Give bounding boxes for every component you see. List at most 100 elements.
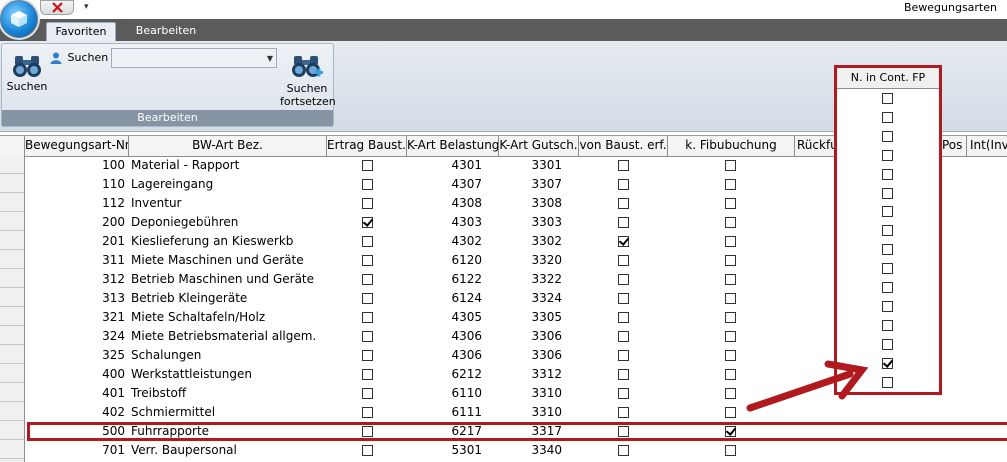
row-selector[interactable] [0, 308, 24, 326]
checkbox-ertrag-baust[interactable] [362, 160, 373, 171]
column-header-pos[interactable]: Pos [940, 136, 967, 156]
checkbox-n-in-cont-fp[interactable] [882, 282, 893, 293]
checkbox-von-baust-erf[interactable] [618, 445, 629, 456]
checkbox-n-in-cont-fp[interactable] [882, 130, 893, 142]
checkbox-von-baust-erf[interactable] [618, 217, 629, 228]
checkbox-k-fibubuchung[interactable] [725, 312, 736, 323]
checkbox-k-fibubuchung[interactable] [725, 236, 736, 247]
checkbox-k-fibubuchung[interactable] [725, 217, 736, 228]
checkbox-ertrag-baust[interactable] [362, 255, 373, 266]
checkbox-von-baust-erf[interactable] [618, 293, 629, 304]
checkbox-k-fibubuchung[interactable] [725, 426, 736, 437]
chevron-down-icon[interactable]: ▼ [267, 54, 273, 63]
continue-search-button[interactable]: Suchen fortsetzen [280, 50, 336, 114]
row-selector[interactable] [0, 156, 24, 174]
row-selector[interactable] [0, 251, 24, 269]
checkbox-n-in-cont-fp[interactable] [882, 111, 893, 123]
checkbox-n-in-cont-fp[interactable] [882, 338, 893, 350]
checkbox-von-baust-erf[interactable] [618, 255, 629, 266]
checkbox-von-baust-erf[interactable] [618, 331, 629, 342]
checkbox-von-baust-erf[interactable] [618, 350, 629, 361]
checkbox-n-in-cont-fp[interactable] [882, 263, 893, 275]
checkbox-k-fibubuchung[interactable] [725, 293, 736, 304]
search-combobox[interactable]: ▼ [111, 48, 277, 68]
checkbox-ertrag-baust[interactable] [362, 236, 373, 247]
row-selector[interactable] [0, 384, 24, 402]
checkbox-ertrag-baust[interactable] [362, 274, 373, 285]
checkbox-von-baust-erf[interactable] [618, 388, 629, 399]
checkbox-k-fibubuchung[interactable] [725, 388, 736, 399]
checkbox-von-baust-erf[interactable] [618, 312, 629, 323]
column-header-int-inv[interactable]: Int(Inv [967, 136, 1007, 156]
row-selector[interactable] [0, 270, 24, 288]
row-selector[interactable] [0, 194, 24, 212]
column-header-ertrag-baust[interactable]: Ertrag Baust. [327, 136, 407, 156]
checkbox-k-fibubuchung[interactable] [725, 331, 736, 342]
checkbox-ertrag-baust[interactable] [362, 331, 373, 342]
checkbox-k-fibubuchung[interactable] [725, 160, 736, 171]
checkbox-von-baust-erf[interactable] [618, 407, 629, 418]
row-selector[interactable] [0, 441, 24, 459]
column-header-k-art-gutsch[interactable]: K-Art Gutsch. [499, 136, 579, 156]
checkbox-von-baust-erf[interactable] [618, 236, 629, 247]
row-selector[interactable] [0, 289, 24, 307]
checkbox-ertrag-baust[interactable] [362, 369, 373, 380]
checkbox-ertrag-baust[interactable] [362, 350, 373, 361]
tab-favoriten[interactable]: Favoriten [46, 22, 116, 41]
checkbox-n-in-cont-fp[interactable] [882, 225, 893, 237]
search-button[interactable]: Suchen [6, 50, 48, 104]
checkbox-k-fibubuchung[interactable] [725, 255, 736, 266]
checkbox-ertrag-baust[interactable] [362, 426, 373, 437]
checkbox-ertrag-baust[interactable] [362, 407, 373, 418]
checkbox-n-in-cont-fp[interactable] [882, 168, 893, 180]
checkbox-von-baust-erf[interactable] [618, 274, 629, 285]
checkbox-von-baust-erf[interactable] [618, 198, 629, 209]
row-selector[interactable] [0, 327, 24, 345]
table-row[interactable]: 500 Fuhrrapporte 6217 3317 [25, 422, 1007, 441]
column-header-bw-art-bez[interactable]: BW-Art Bez. [129, 136, 327, 156]
checkbox-k-fibubuchung[interactable] [725, 407, 736, 418]
checkbox-n-in-cont-fp[interactable] [882, 244, 893, 256]
checkbox-n-in-cont-fp[interactable] [882, 357, 893, 369]
checkbox-von-baust-erf[interactable] [618, 179, 629, 190]
column-header-bewegungsart-nr[interactable]: Bewegungsart-Nr [25, 136, 129, 156]
checkbox-k-fibubuchung[interactable] [725, 350, 736, 361]
checkbox-k-fibubuchung[interactable] [725, 274, 736, 285]
checkbox-n-in-cont-fp[interactable] [882, 206, 893, 218]
checkbox-ertrag-baust[interactable] [362, 445, 373, 456]
row-selector[interactable] [0, 346, 24, 364]
checkbox-ertrag-baust[interactable] [362, 388, 373, 399]
checkbox-n-in-cont-fp[interactable] [882, 187, 893, 199]
checkbox-ertrag-baust[interactable] [362, 217, 373, 228]
column-header-k-art-belastung[interactable]: K-Art Belastung [407, 136, 499, 156]
checkbox-ertrag-baust[interactable] [362, 198, 373, 209]
column-header-n-in-cont-fp[interactable]: N. in Cont. FP [837, 68, 939, 89]
checkbox-k-fibubuchung[interactable] [725, 445, 736, 456]
checkbox-n-in-cont-fp[interactable] [882, 300, 893, 312]
checkbox-k-fibubuchung[interactable] [725, 198, 736, 209]
row-selector[interactable] [0, 232, 24, 250]
checkbox-n-in-cont-fp[interactable] [882, 93, 893, 104]
quick-access-dropdown-icon[interactable]: ▾ [84, 2, 89, 12]
tab-bearbeiten[interactable]: Bearbeiten [126, 22, 206, 41]
row-selector[interactable] [0, 365, 24, 383]
checkbox-ertrag-baust[interactable] [362, 179, 373, 190]
row-selector[interactable] [0, 403, 24, 421]
row-selector[interactable] [0, 175, 24, 193]
checkbox-k-fibubuchung[interactable] [725, 369, 736, 380]
checkbox-von-baust-erf[interactable] [618, 426, 629, 437]
application-menu-button[interactable] [0, 0, 38, 38]
checkbox-von-baust-erf[interactable] [618, 369, 629, 380]
checkbox-n-in-cont-fp[interactable] [882, 319, 893, 331]
checkbox-ertrag-baust[interactable] [362, 312, 373, 323]
table-row[interactable]: 701 Verr. Baupersonal 5301 3340 [25, 441, 1007, 460]
checkbox-ertrag-baust[interactable] [362, 293, 373, 304]
row-selector[interactable] [0, 422, 24, 440]
checkbox-von-baust-erf[interactable] [618, 160, 629, 171]
row-selector[interactable] [0, 213, 24, 231]
checkbox-n-in-cont-fp[interactable] [882, 376, 893, 388]
column-header-von-baust-erf[interactable]: von Baust. erf. [579, 136, 668, 156]
checkbox-n-in-cont-fp[interactable] [882, 149, 893, 161]
checkbox-k-fibubuchung[interactable] [725, 179, 736, 190]
column-header-k-fibubuchung[interactable]: k. Fibubuchung [668, 136, 795, 156]
